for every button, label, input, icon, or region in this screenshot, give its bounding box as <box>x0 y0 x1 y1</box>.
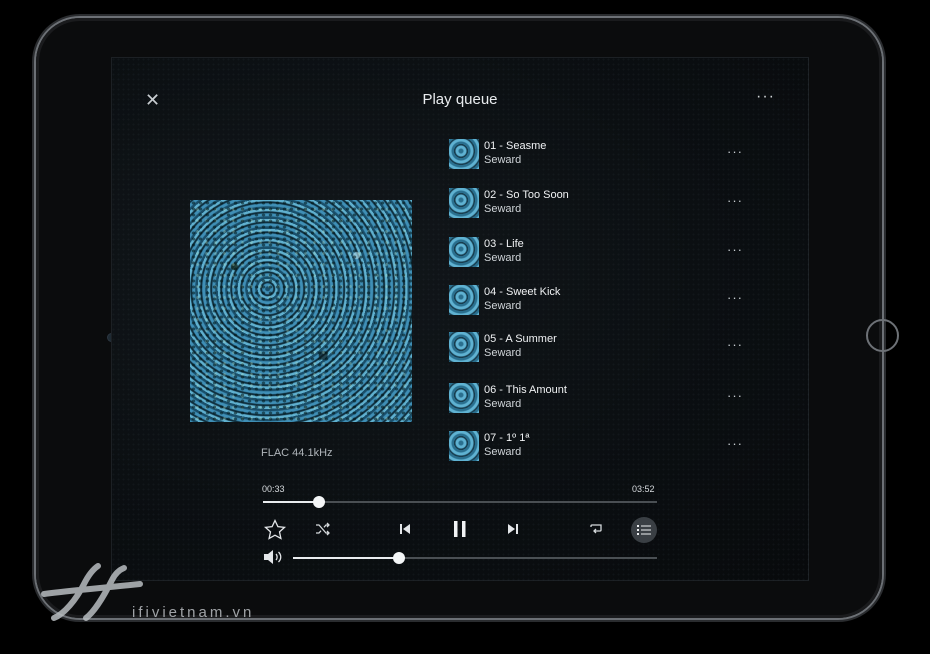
track-more-button[interactable]: ··· <box>727 388 743 403</box>
track-artist: Seward <box>484 154 522 166</box>
track-artist: Seward <box>484 398 522 410</box>
track-more-button[interactable]: ··· <box>727 193 743 208</box>
star-outline-icon[interactable] <box>263 518 287 547</box>
pause-icon[interactable] <box>451 519 469 544</box>
queue-item[interactable]: 02 - So Too Soon Seward ··· <box>449 188 749 218</box>
track-title: 03 - Life <box>484 238 524 250</box>
track-thumbnail <box>449 332 479 362</box>
track-title: 05 - A Summer <box>484 333 557 345</box>
track-artist: Seward <box>484 252 522 264</box>
skip-next-icon[interactable] <box>506 522 520 541</box>
audio-format-label: FLAC 44.1kHz <box>261 447 333 459</box>
track-more-button[interactable]: ··· <box>727 242 743 257</box>
total-time: 03:52 <box>632 484 655 494</box>
seek-bar[interactable] <box>263 496 657 508</box>
track-thumbnail <box>449 383 479 413</box>
track-title: 02 - So Too Soon <box>484 189 569 201</box>
track-thumbnail <box>449 139 479 169</box>
track-title: 01 - Seasme <box>484 140 547 152</box>
track-more-button[interactable]: ··· <box>727 436 743 451</box>
queue-item[interactable]: 06 - This Amount Seward ··· <box>449 383 749 413</box>
elapsed-time: 00:33 <box>262 484 285 494</box>
queue-item[interactable]: 01 - Seasme Seward ··· <box>449 139 749 169</box>
track-title: 06 - This Amount <box>484 384 567 396</box>
track-title: 04 - Sweet Kick <box>484 286 561 298</box>
album-art <box>190 200 412 422</box>
shuffle-icon[interactable] <box>315 522 331 541</box>
volume-handle[interactable] <box>392 552 405 564</box>
queue-list-button[interactable] <box>631 517 657 543</box>
track-more-button[interactable]: ··· <box>727 337 743 352</box>
page-title: Play queue <box>422 91 498 108</box>
watermark-text: ifivietnam.vn <box>132 604 254 621</box>
track-artist: Seward <box>484 300 522 312</box>
watermark-logo: ifivietnam.vn <box>41 563 254 621</box>
seek-handle[interactable] <box>313 496 326 508</box>
skip-previous-icon[interactable] <box>398 522 412 541</box>
queue-list-icon <box>637 525 651 535</box>
volume-fill <box>293 557 399 559</box>
home-button[interactable] <box>866 319 899 352</box>
track-thumbnail <box>449 285 479 315</box>
track-more-button[interactable]: ··· <box>727 290 743 305</box>
track-thumbnail <box>449 237 479 267</box>
queue-item[interactable]: 03 - Life Seward ··· <box>449 237 749 267</box>
player-screen: ✕ Play queue ··· FLAC 44.1kHz 01 - Seasm… <box>111 57 809 581</box>
more-options-button[interactable]: ··· <box>756 88 775 106</box>
track-thumbnail <box>449 431 479 461</box>
track-title: 07 - 1º 1ª <box>484 432 530 444</box>
seek-bar-fill <box>263 501 320 503</box>
volume-slider[interactable] <box>293 552 657 564</box>
queue-item[interactable]: 04 - Sweet Kick Seward ··· <box>449 285 749 315</box>
track-artist: Seward <box>484 203 522 215</box>
repeat-icon[interactable] <box>588 522 604 541</box>
track-artist: Seward <box>484 347 522 359</box>
track-more-button[interactable]: ··· <box>727 144 743 159</box>
track-thumbnail <box>449 188 479 218</box>
queue-item[interactable]: 07 - 1º 1ª Seward ··· <box>449 431 749 461</box>
track-artist: Seward <box>484 446 522 458</box>
queue-item[interactable]: 05 - A Summer Seward ··· <box>449 332 749 362</box>
